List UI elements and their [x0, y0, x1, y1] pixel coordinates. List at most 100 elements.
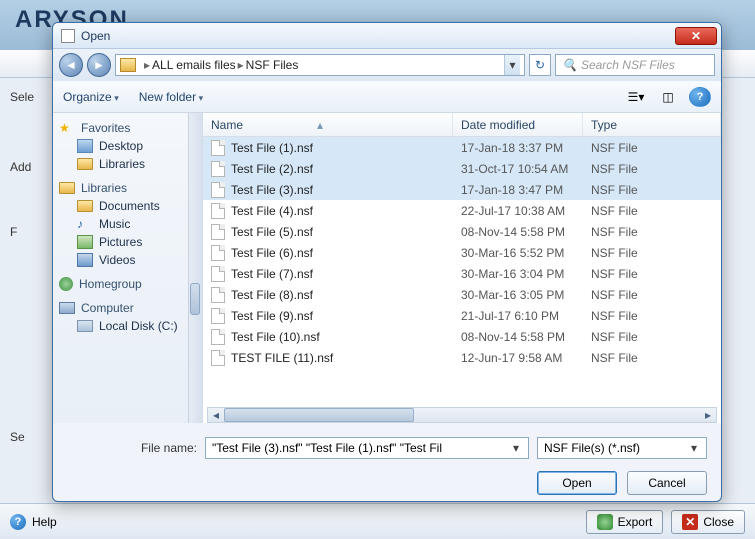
export-button[interactable]: Export	[586, 510, 664, 534]
file-row[interactable]: Test File (9).nsf21-Jul-17 6:10 PMNSF Fi…	[203, 305, 721, 326]
dialog-toolbar: Organize New folder ☰▾ ◫ ?	[53, 81, 721, 113]
nav-local-disk-c[interactable]: Local Disk (C:)	[53, 317, 202, 335]
forward-button[interactable]: ►	[87, 53, 111, 77]
nav-music[interactable]: ♪Music	[53, 215, 202, 233]
bg-label-3: F	[10, 225, 17, 239]
nav-favorites[interactable]: ★Favorites	[53, 119, 202, 137]
file-name: Test File (7).nsf	[231, 267, 313, 281]
file-row[interactable]: Test File (8).nsf30-Mar-16 3:05 PMNSF Fi…	[203, 284, 721, 305]
scroll-right[interactable]: ▸	[700, 408, 716, 422]
nav-computer[interactable]: Computer	[53, 299, 202, 317]
new-folder-button[interactable]: New folder	[139, 90, 203, 104]
file-type: NSF File	[583, 183, 721, 197]
organize-menu[interactable]: Organize	[63, 90, 119, 104]
scrollbar-thumb[interactable]	[190, 283, 200, 315]
refresh-button[interactable]: ↻	[529, 54, 551, 76]
help-label: Help	[32, 515, 57, 529]
file-name: Test File (6).nsf	[231, 246, 313, 260]
col-name[interactable]: Name▴	[203, 113, 453, 136]
nav-favorites-label: Favorites	[81, 121, 130, 135]
file-name: Test File (3).nsf	[231, 183, 313, 197]
view-menu[interactable]: ☰▾	[625, 87, 647, 107]
help-button[interactable]: ? Help	[10, 514, 57, 530]
nav-desktop[interactable]: Desktop	[53, 137, 202, 155]
nav-label: Libraries	[81, 181, 127, 195]
file-icon	[211, 308, 225, 324]
nav-pictures[interactable]: Pictures	[53, 233, 202, 251]
breadcrumb-seg-2[interactable]: NSF Files	[246, 58, 299, 72]
file-row[interactable]: Test File (5).nsf08-Nov-14 5:58 PMNSF Fi…	[203, 221, 721, 242]
dialog-title: Open	[81, 29, 675, 43]
export-icon	[597, 514, 613, 530]
file-date: 08-Nov-14 5:58 PM	[453, 225, 583, 239]
nav-homegroup[interactable]: Homegroup	[53, 275, 202, 293]
file-type: NSF File	[583, 246, 721, 260]
file-date: 30-Mar-16 3:04 PM	[453, 267, 583, 281]
file-date: 30-Mar-16 5:52 PM	[453, 246, 583, 260]
file-name: Test File (4).nsf	[231, 204, 313, 218]
file-icon	[211, 161, 225, 177]
file-row[interactable]: Test File (1).nsf17-Jan-18 3:37 PMNSF Fi…	[203, 137, 721, 158]
nav-videos[interactable]: Videos	[53, 251, 202, 269]
dialog-close-button[interactable]: ✕	[675, 27, 717, 45]
file-name: Test File (5).nsf	[231, 225, 313, 239]
nav-label: Videos	[99, 253, 135, 267]
filename-input[interactable]: "Test File (3).nsf" "Test File (1).nsf" …	[205, 437, 529, 459]
file-date: 30-Mar-16 3:05 PM	[453, 288, 583, 302]
filename-label: File name:	[67, 441, 197, 455]
horizontal-scrollbar[interactable]: ◂ ▸	[207, 407, 717, 423]
dialog-body: ★Favorites Desktop Libraries Libraries D…	[53, 113, 721, 423]
back-button[interactable]: ◄	[59, 53, 83, 77]
nav-libraries-fav[interactable]: Libraries	[53, 155, 202, 173]
preview-pane-button[interactable]: ◫	[657, 87, 679, 107]
nav-libraries[interactable]: Libraries	[53, 179, 202, 197]
open-dialog: Open ✕ ◄ ► ▸ ALL emails files ▸ NSF File…	[52, 22, 722, 502]
cancel-button[interactable]: Cancel	[627, 471, 707, 495]
filter-dropdown[interactable]: ▾	[686, 441, 702, 455]
file-row[interactable]: Test File (4).nsf 22-Jul-17 10:38 AMNSF F…	[203, 200, 721, 221]
videos-icon	[77, 253, 93, 267]
dialog-help-button[interactable]: ?	[689, 87, 711, 107]
breadcrumb-dropdown[interactable]: ▾	[504, 55, 520, 75]
file-type: NSF File	[583, 141, 721, 155]
file-type: NSF File	[583, 267, 721, 281]
file-row[interactable]: Test File (10).nsf08-Nov-14 5:58 PMNSF F…	[203, 326, 721, 347]
scrollbar-thumb[interactable]	[224, 408, 414, 422]
file-date: 22-Jul-17 10:38 AM	[453, 204, 583, 218]
pictures-icon	[77, 235, 93, 249]
col-date[interactable]: Date modified	[453, 113, 583, 136]
nav-label: Pictures	[99, 235, 142, 249]
file-type: NSF File	[583, 351, 721, 365]
dialog-footer: File name: "Test File (3).nsf" "Test Fil…	[53, 423, 721, 502]
file-type: NSF File	[583, 204, 721, 218]
filename-dropdown[interactable]: ▾	[508, 441, 524, 455]
file-row[interactable]: TEST FILE (11).nsf12-Jun-17 9:58 AMNSF F…	[203, 347, 721, 368]
nav-label: Homegroup	[79, 277, 142, 291]
titlebar[interactable]: Open ✕	[53, 23, 721, 49]
file-name: Test File (9).nsf	[231, 309, 313, 323]
nav-label: Documents	[99, 199, 160, 213]
file-date: 17-Jan-18 3:37 PM	[453, 141, 583, 155]
nav-documents[interactable]: Documents	[53, 197, 202, 215]
file-type: NSF File	[583, 162, 721, 176]
file-date: 08-Nov-14 5:58 PM	[453, 330, 583, 344]
scroll-left[interactable]: ◂	[208, 408, 224, 422]
close-label: Close	[703, 515, 734, 529]
search-input[interactable]: 🔍 Search NSF Files	[555, 54, 715, 76]
file-date: 17-Jan-18 3:47 PM	[453, 183, 583, 197]
file-icon	[211, 329, 225, 345]
col-type[interactable]: Type	[583, 113, 721, 136]
file-row[interactable]: Test File (3).nsf 17-Jan-18 3:47 PMNSF Fi…	[203, 179, 721, 200]
breadcrumb[interactable]: ▸ ALL emails files ▸ NSF Files ▾	[115, 54, 525, 76]
breadcrumb-seg-1[interactable]: ALL emails files	[152, 58, 236, 72]
filter-select[interactable]: NSF File(s) (*.nsf) ▾	[537, 437, 707, 459]
navpane-scrollbar[interactable]	[188, 113, 202, 423]
nav-row: ◄ ► ▸ ALL emails files ▸ NSF Files ▾ ↻ 🔍…	[53, 49, 721, 81]
file-icon	[211, 350, 225, 366]
open-button[interactable]: Open	[537, 471, 617, 495]
close-app-button[interactable]: ✕ Close	[671, 510, 745, 534]
file-row[interactable]: Test File (7).nsf 30-Mar-16 3:04 PMNSF Fi…	[203, 263, 721, 284]
file-row[interactable]: Test File (6).nsf 30-Mar-16 5:52 PMNSF Fi…	[203, 242, 721, 263]
file-type: NSF File	[583, 309, 721, 323]
file-row[interactable]: Test File (2).nsf31-Oct-17 10:54 AMNSF F…	[203, 158, 721, 179]
